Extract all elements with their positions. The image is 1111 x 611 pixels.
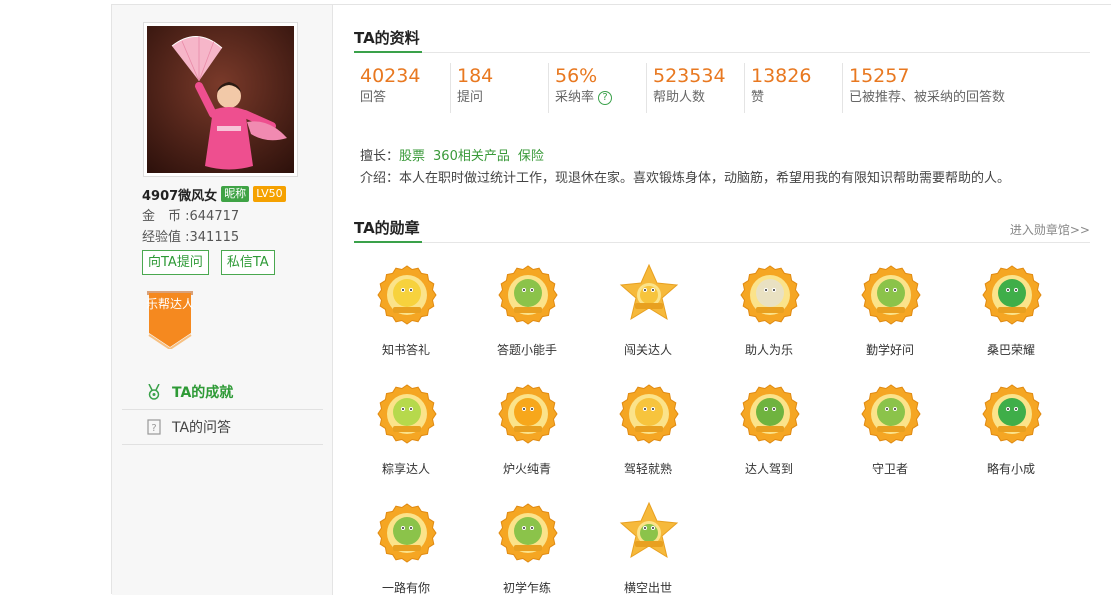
medal-item[interactable]: 知书答礼 <box>346 263 466 373</box>
nav-achievements[interactable]: TA的成就 <box>122 375 323 410</box>
medal-label: 助人为乐 <box>744 343 793 357</box>
coins-label: 金 币 : <box>142 209 190 224</box>
medal-item[interactable]: 助人为乐 <box>709 263 829 373</box>
skill-tag[interactable]: 360相关产品 <box>433 145 510 164</box>
info-section-header: TA的资料 <box>354 25 1090 53</box>
medal-item[interactable]: 炉火纯青 <box>467 382 587 492</box>
medals-section-title: TA的勋章 <box>354 215 422 243</box>
nav-achievements-label: TA的成就 <box>172 385 234 401</box>
intro-label: 介绍： <box>360 171 400 186</box>
stat-likes: 13826 赞 <box>745 63 843 113</box>
stat-recommended-answers: 15257 已被推荐、被采纳的回答数 <box>843 63 1063 113</box>
ask-question-button[interactable]: 向TA提问 <box>142 250 209 275</box>
medal-label: 粽享达人 <box>381 462 430 476</box>
info-section-title: TA的资料 <box>354 25 422 53</box>
help-question-icon[interactable]: ? <box>598 91 613 105</box>
stat-answers: 40234 回答 <box>354 63 451 113</box>
medal-label: 驾轻就熟 <box>623 462 672 476</box>
medal-label: 略有小成 <box>986 462 1035 476</box>
medal-item[interactable]: 守卫者 <box>830 382 950 492</box>
nav-qa[interactable]: ? TA的问答 <box>122 410 323 445</box>
stat-value: 13826 <box>751 65 812 87</box>
exp-row: 经验值 :341115 <box>142 226 239 245</box>
skills-row: 擅长： 股票 360相关产品 保险 <box>360 145 544 164</box>
profile-actions: 向TA提问 私信TA <box>142 250 275 275</box>
ribbon-text: 乐帮达人 <box>145 297 194 311</box>
stat-value: 56% <box>555 65 598 87</box>
main-content: TA的资料 40234 回答 184 提问 56% 采纳率? 523534 帮助… <box>334 5 1111 595</box>
avatar[interactable] <box>143 22 298 177</box>
medal-item[interactable]: 粽享达人 <box>346 382 466 492</box>
svg-text:?: ? <box>151 423 156 434</box>
medal-icon <box>146 384 162 400</box>
stat-adoption-rate: 56% 采纳率? <box>549 63 647 113</box>
stat-label: 回答 <box>360 90 387 105</box>
medal-label: 勤学好问 <box>865 343 914 357</box>
stat-value: 184 <box>457 65 494 87</box>
stat-questions: 184 提问 <box>451 63 549 113</box>
medal-item[interactable]: 答题小能手 <box>467 263 587 373</box>
stat-value: 15257 <box>849 65 910 87</box>
medal-item[interactable]: 横空出世 <box>588 501 708 611</box>
helper-ribbon-badge[interactable]: 乐帮达人 <box>145 291 195 351</box>
exp-value: 341115 <box>189 230 240 245</box>
medal-item[interactable]: 桑巴荣耀 <box>951 263 1071 373</box>
medal-label: 守卫者 <box>871 462 908 476</box>
skills-label: 擅长： <box>360 149 400 164</box>
medal-label: 桑巴荣耀 <box>986 343 1035 357</box>
medal-label: 知书答礼 <box>381 343 430 357</box>
medal-item[interactable]: 闯关达人 <box>588 263 708 373</box>
skill-tag[interactable]: 保险 <box>518 145 544 164</box>
stat-label: 赞 <box>751 90 765 105</box>
stat-label: 提问 <box>457 90 484 105</box>
stat-label: 已被推荐、被采纳的回答数 <box>849 90 1006 105</box>
medal-label: 闯关达人 <box>623 343 672 357</box>
skill-tag[interactable]: 股票 <box>399 145 425 164</box>
medal-label: 答题小能手 <box>496 343 557 357</box>
question-doc-icon: ? <box>146 419 162 435</box>
stat-value: 40234 <box>360 65 421 87</box>
private-message-button[interactable]: 私信TA <box>220 250 275 275</box>
nickname-badge: 昵称 <box>221 186 250 202</box>
intro-text: 本人在职时做过统计工作，现退休在家。喜欢锻炼身体，动脑筋，希望用我的有限知识帮助… <box>399 171 1011 186</box>
intro-row: 介绍：本人在职时做过统计工作，现退休在家。喜欢锻炼身体，动脑筋，希望用我的有限知… <box>360 167 1010 186</box>
medal-label: 一路有你 <box>381 581 430 595</box>
medal-label: 炉火纯青 <box>502 462 551 476</box>
stat-label: 采纳率? <box>555 89 646 107</box>
level-badge: LV50 <box>253 186 286 202</box>
medal-hall-link[interactable]: 进入勋章馆>> <box>1010 221 1090 238</box>
profile-page: 4907微风女 昵称 LV50 金 币 :644717 经验值 :341115 … <box>111 4 1111 595</box>
medal-item[interactable]: 勤学好问 <box>830 263 950 373</box>
nav-qa-label: TA的问答 <box>172 420 232 436</box>
username-row: 4907微风女 昵称 LV50 <box>142 185 286 204</box>
medal-label: 横空出世 <box>623 581 672 595</box>
coins-row: 金 币 :644717 <box>142 205 239 224</box>
stat-helped-people: 523534 帮助人数 <box>647 63 745 113</box>
sidebar: 4907微风女 昵称 LV50 金 币 :644717 经验值 :341115 … <box>112 5 333 595</box>
exp-label: 经验值 : <box>142 230 190 245</box>
medals-section-header: TA的勋章 进入勋章馆>> <box>354 215 1090 243</box>
stat-value: 523534 <box>653 65 726 87</box>
avatar-photo <box>147 26 294 173</box>
medal-item[interactable]: 一路有你 <box>346 501 466 611</box>
medal-item[interactable]: 达人驾到 <box>709 382 829 492</box>
stat-label: 帮助人数 <box>653 90 706 105</box>
medal-item[interactable]: 略有小成 <box>951 382 1071 492</box>
medal-label: 达人驾到 <box>744 462 793 476</box>
medal-item[interactable]: 初学乍练 <box>467 501 587 611</box>
coins-value: 644717 <box>189 209 240 224</box>
username[interactable]: 4907微风女 <box>142 185 217 204</box>
medal-item[interactable]: 驾轻就熟 <box>588 382 708 492</box>
stats-row: 40234 回答 184 提问 56% 采纳率? 523534 帮助人数 138… <box>354 63 1063 113</box>
medal-label: 初学乍练 <box>502 581 551 595</box>
